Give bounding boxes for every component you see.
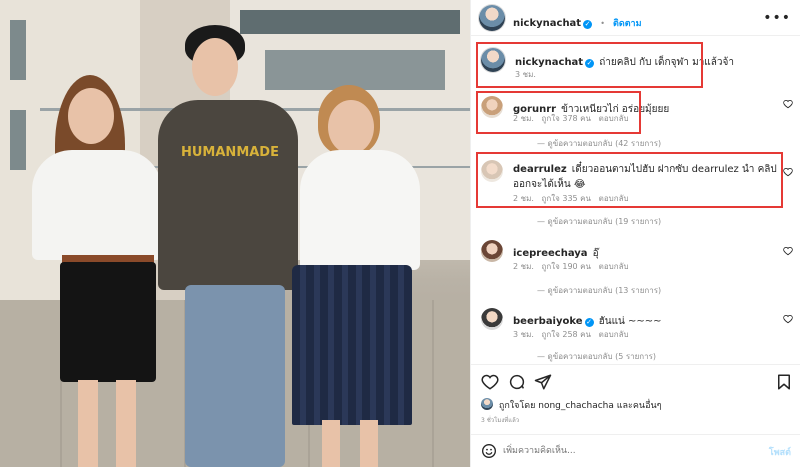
reply-button[interactable]: ตอบกลับ: [599, 330, 629, 339]
comment-input[interactable]: [503, 443, 733, 459]
post-sidebar: nickynachat ✓ • ติดตาม ••• nickynachat ✓ ถ…: [470, 0, 800, 467]
comment-username[interactable]: beerbaiyoke: [513, 316, 583, 327]
heart-icon[interactable]: [783, 246, 793, 256]
black-skirt: [60, 262, 156, 382]
comment-avatar[interactable]: [481, 308, 503, 330]
separator-dot: •: [600, 19, 605, 28]
heart-icon[interactable]: [783, 99, 793, 109]
share-icon[interactable]: [534, 373, 552, 391]
white-shirt: [32, 150, 162, 260]
highlight-box: [476, 91, 641, 134]
comment-time: 2 ชม.: [513, 262, 534, 271]
tshirt: [158, 100, 298, 290]
pleated-skirt: [292, 265, 412, 425]
leg: [116, 380, 136, 467]
post-time: 3 ชั่วโมงที่แล้ว: [481, 417, 520, 424]
bookmark-icon[interactable]: [775, 373, 793, 391]
highlight-box: [476, 152, 783, 208]
face: [192, 38, 238, 96]
comment-username[interactable]: icepreechaya: [513, 248, 588, 259]
window: [10, 110, 26, 170]
comment-avatar[interactable]: [481, 240, 503, 262]
highlight-box: [476, 42, 703, 88]
shirt-print: HUMANMADE: [181, 145, 279, 160]
window-strip: [265, 50, 445, 90]
reply-button[interactable]: ตอบกลับ: [599, 262, 629, 271]
action-bar: [471, 364, 800, 396]
follow-button[interactable]: ติดตาม: [613, 19, 642, 29]
face: [68, 88, 114, 144]
post-comment-button[interactable]: โพสต์: [769, 445, 791, 459]
leg: [360, 420, 378, 467]
comment-time: 3 ชม.: [513, 330, 534, 339]
white-shirt: [300, 150, 420, 270]
verified-icon: ✓: [583, 20, 593, 29]
face: [328, 100, 374, 154]
post-photo[interactable]: HUMANMADE: [0, 0, 470, 467]
heart-icon[interactable]: [783, 314, 793, 324]
jeans: [185, 285, 285, 467]
author-username[interactable]: nickynachat: [513, 18, 581, 29]
emoji-icon[interactable]: [481, 443, 497, 459]
view-replies-link[interactable]: — ดูข้อความตอบกลับ (13 รายการ): [537, 284, 661, 297]
comment-composer: โพสต์: [471, 434, 800, 467]
comment-text: ฮันแน่ ~~~~: [598, 316, 662, 327]
comment-likes[interactable]: ถูกใจ 258 คน: [542, 330, 591, 339]
view-replies-link[interactable]: — ดูข้อความตอบกลับ (5 รายการ): [537, 350, 656, 363]
comment-text: อุ๊: [592, 248, 599, 259]
heart-icon[interactable]: [481, 373, 499, 391]
comment-icon[interactable]: [508, 373, 526, 391]
comment-likes[interactable]: ถูกใจ 190 คน: [542, 262, 591, 271]
more-icon[interactable]: •••: [763, 10, 791, 26]
window-strip: [240, 10, 460, 34]
author-avatar[interactable]: [479, 5, 505, 31]
leg: [322, 420, 340, 467]
view-replies-link[interactable]: — ดูข้อความตอบกลับ (19 รายการ): [537, 215, 661, 228]
view-replies-link[interactable]: — ดูข้อความตอบกลับ (42 รายการ): [537, 137, 661, 150]
liked-by-avatar[interactable]: [481, 398, 493, 410]
heart-icon[interactable]: [783, 167, 793, 177]
author-line: nickynachat ✓ • ติดตาม: [513, 11, 642, 30]
leg: [78, 380, 98, 467]
window: [10, 20, 26, 80]
liked-by: ถูกใจโดย nong_chachacha และคนอื่นๆ: [481, 398, 661, 412]
liked-by-text[interactable]: ถูกใจโดย nong_chachacha และคนอื่นๆ: [499, 401, 662, 411]
verified-icon: ✓: [584, 318, 594, 327]
post-header: nickynachat ✓ • ติดตาม •••: [471, 0, 800, 36]
